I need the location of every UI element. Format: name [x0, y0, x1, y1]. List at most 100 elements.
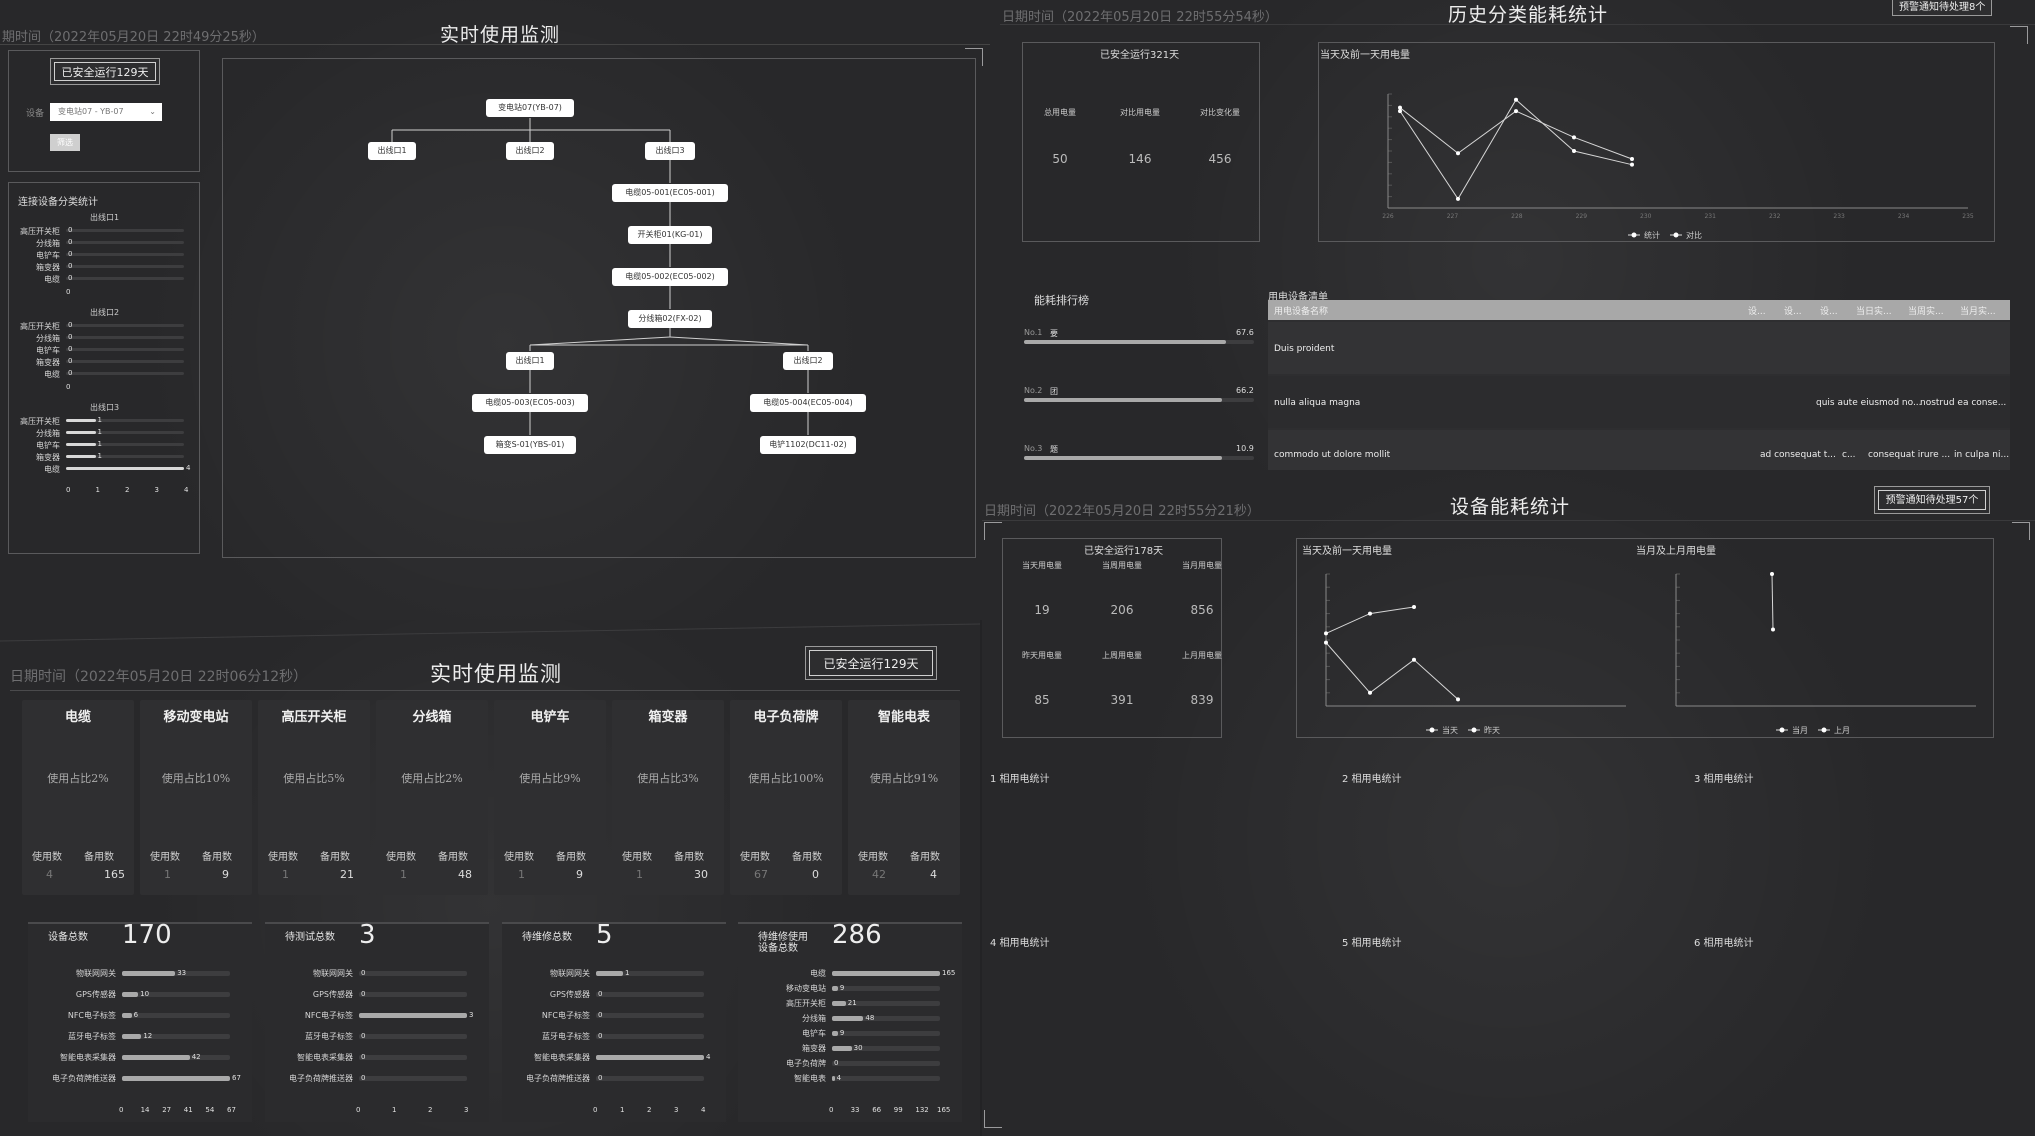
data-point[interactable]: [1398, 109, 1402, 114]
device-card[interactable]: 高压开关柜 使用占比5% 使用数 备用数 1 21: [258, 700, 370, 895]
q4-alert-button[interactable]: 预警通知待处理57个: [1874, 486, 1990, 514]
summary-row-value: 48: [865, 1014, 875, 1022]
device-card[interactable]: 箱变器 使用占比3% 使用数 备用数 1 30: [612, 700, 724, 895]
data-point[interactable]: [1514, 109, 1518, 114]
summary-bar-fill: [832, 1016, 864, 1021]
tree-node-cable-002[interactable]: 电缆05-002(EC05-002): [612, 268, 728, 286]
device-card[interactable]: 智能电表 使用占比91% 使用数 备用数 42 4: [848, 700, 960, 895]
summary-axis-tick: 1: [392, 1106, 397, 1114]
data-point[interactable]: [1324, 640, 1328, 645]
data-point[interactable]: [1572, 149, 1576, 153]
summary-bar-track: [832, 971, 940, 976]
summary-bar-track: [122, 1055, 230, 1060]
legend-marker[interactable]: [1471, 727, 1477, 733]
table-row[interactable]: nulla aliqua magna quis aute eiusmod no.…: [1268, 376, 2010, 428]
tree-node-out2[interactable]: 出线口2: [506, 142, 554, 160]
data-point[interactable]: [1456, 697, 1460, 702]
table-row[interactable]: commodo ut dolore mollit ad consequat t.…: [1268, 430, 2010, 470]
summary-row-value: 3: [469, 1011, 474, 1019]
q4-panel: 日期时间（2022年05月20日 22时55分21秒） 设备能耗统计 预警通知待…: [982, 470, 2035, 1136]
summary-row-value: 4: [706, 1053, 711, 1061]
q4-title: 设备能耗统计: [1450, 496, 1571, 518]
legend-label: 对比: [1686, 230, 1702, 240]
data-point[interactable]: [1324, 631, 1328, 636]
summary-row-value: 9: [839, 984, 845, 992]
data-point[interactable]: [1412, 605, 1416, 609]
legend-marker[interactable]: [1673, 232, 1679, 238]
device-name: 高压开关柜: [281, 710, 347, 725]
summary-bar-fill: [122, 1013, 132, 1018]
rank-number: No.2: [1024, 386, 1043, 395]
phase-chart-title: 4 相用电统计: [990, 938, 1050, 949]
data-point[interactable]: [1572, 135, 1576, 140]
device-card[interactable]: 电子负荷牌 使用占比100% 使用数 备用数 67 0: [730, 700, 842, 895]
table-cell: Duis proident: [1274, 344, 1335, 354]
legend-marker[interactable]: [1779, 727, 1785, 733]
category-value: 0: [68, 345, 73, 353]
summary-row-value: 0: [361, 990, 366, 998]
legend-marker[interactable]: [1631, 232, 1637, 238]
device-card[interactable]: 电缆 使用占比2% 使用数 备用数 4 165: [22, 700, 134, 895]
data-point[interactable]: [1456, 151, 1460, 156]
summary-bar-track: [122, 1076, 230, 1081]
summary-axis-tick: 0: [119, 1106, 124, 1114]
data-point[interactable]: [1368, 690, 1372, 695]
q2-alert-button[interactable]: 预警通知待处理8个: [1892, 0, 1993, 16]
summary-axis-tick: 41: [183, 1106, 193, 1114]
tree-node-switch-01[interactable]: 开关柜01(KG-01): [628, 226, 712, 244]
legend-marker[interactable]: [1429, 727, 1435, 733]
summary-card: 待维修使用设备总数 286 电缆 165 移动变电站 9 高压开关柜 21 分线箱 48 电铲车 9 箱…: [738, 920, 962, 1122]
tree-node-junction-02[interactable]: 分线箱02(FX-02): [628, 310, 712, 328]
summary-row-label: 电缆: [810, 969, 826, 978]
data-point[interactable]: [1456, 196, 1460, 201]
category-value: 0: [68, 262, 73, 270]
device-card[interactable]: 分线箱 使用占比2% 使用数 备用数 1 48: [376, 700, 488, 895]
rank-bar-fill: [1024, 340, 1227, 344]
x-tick-label: 229: [1576, 213, 1588, 220]
data-point[interactable]: [1368, 611, 1372, 616]
tree-node-box-transformer[interactable]: 箱变S-01(YBS-01): [484, 436, 576, 454]
q2-timestamp: 日期时间（2022年05月20日 22时55分54秒）: [1002, 10, 1278, 25]
q4-gauge-value: 856: [1190, 603, 1214, 617]
tree-node-cable-004[interactable]: 电缆05-004(EC05-004): [750, 394, 866, 412]
data-point[interactable]: [1398, 105, 1402, 110]
q3-safe-button[interactable]: 已安全运行129天: [805, 646, 937, 680]
table-cell: in culpa ni...: [1954, 450, 2010, 460]
table-row[interactable]: Duis proident: [1268, 322, 2010, 374]
summary-row-value: 0: [598, 1032, 603, 1040]
tree-node-out1[interactable]: 出线口1: [368, 142, 416, 160]
device-card[interactable]: 移动变电站 使用占比10% 使用数 备用数 1 9: [140, 700, 252, 895]
summary-row-label: 电子负荷牌推送器: [526, 1074, 590, 1083]
category-value: 1: [97, 428, 102, 436]
table-header-cell: 当月实...: [1960, 307, 1996, 317]
tree-node-cable-001[interactable]: 电缆05-001(EC05-001): [612, 184, 728, 202]
device-usage-label: 使用占比10%: [161, 772, 231, 785]
data-point[interactable]: [1412, 657, 1416, 662]
summary-axis-tick: 132: [915, 1106, 929, 1114]
spare-value: 0: [812, 868, 819, 881]
data-point[interactable]: [1514, 97, 1518, 102]
legend-marker[interactable]: [1821, 727, 1827, 733]
summary-row-label: NFC电子标签: [541, 1011, 590, 1020]
summary-row-label: 物联网网关: [76, 969, 116, 978]
data-point[interactable]: [1630, 162, 1634, 167]
phase-chart-title: 1 相用电统计: [990, 774, 1050, 785]
tree-node-root[interactable]: 变电站07(YB-07): [486, 99, 574, 117]
tree-node-sub-out1[interactable]: 出线口1: [506, 352, 554, 370]
axis-tick: 0: [66, 288, 71, 296]
tree-node-sub-out2[interactable]: 出线口2: [783, 352, 833, 370]
used-value: 42: [872, 868, 886, 881]
q2-safe-days: 已安全运行321天: [1100, 50, 1180, 61]
device-card[interactable]: 电铲车 使用占比9% 使用数 备用数 1 9: [494, 700, 606, 895]
data-point[interactable]: [1630, 156, 1634, 161]
data-point[interactable]: [1770, 572, 1774, 576]
summary-row-label: 移动变电站: [786, 984, 826, 993]
data-point[interactable]: [1771, 627, 1775, 632]
rank-name: 团: [1050, 387, 1058, 396]
tree-node-cable-003[interactable]: 电缆05-003(EC05-003): [472, 394, 588, 412]
category-label: 电缆: [44, 465, 60, 474]
x-tick-label: 233: [1833, 213, 1845, 220]
used-label: 使用数: [32, 852, 62, 863]
tree-node-out3[interactable]: 出线口3: [645, 142, 695, 160]
tree-node-shovel[interactable]: 电铲1102(DC11-02): [760, 436, 856, 454]
